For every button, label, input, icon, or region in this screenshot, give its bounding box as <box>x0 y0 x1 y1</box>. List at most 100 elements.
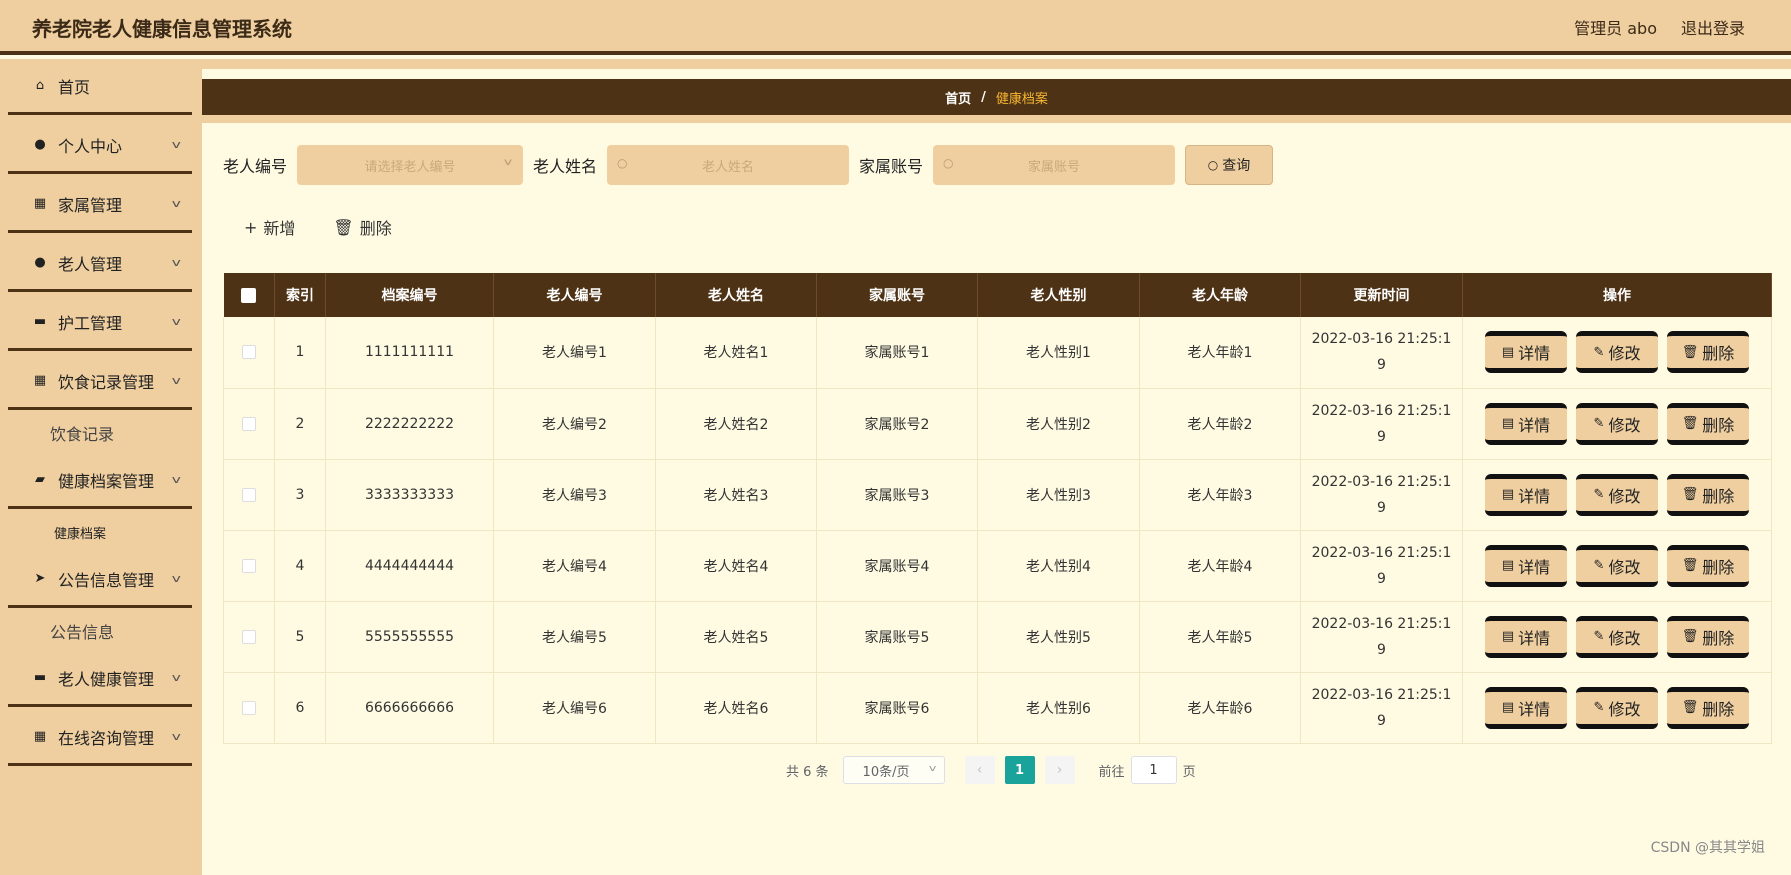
edit-button[interactable]: ✎ 修改 <box>1576 331 1658 374</box>
cell-update-time: 2022-03-16 21:25:19 <box>1300 459 1463 531</box>
detail-button[interactable]: ▤ 详情 <box>1485 331 1567 374</box>
detail-button[interactable]: ▤ 详情 <box>1485 544 1567 587</box>
delete-button[interactable]: 🗑 删除 <box>1667 331 1749 374</box>
logout-button[interactable]: 退出登录 <box>1681 15 1745 39</box>
sidebar-item-1[interactable]: ● 个人中心 v <box>8 118 192 174</box>
edit-button[interactable]: ✎ 修改 <box>1576 473 1658 516</box>
batch-delete-button[interactable]: 🗑 删除 <box>333 215 391 239</box>
row-checkbox[interactable] <box>242 345 256 360</box>
chevron-down-icon: v <box>172 374 182 387</box>
cell-record-no: 5555555555 <box>325 601 494 673</box>
delete-button[interactable]: 🗑 删除 <box>1667 473 1749 516</box>
sidebar-item-label: 公告信息管理 <box>58 570 155 590</box>
chevron-down-icon: v <box>172 730 182 743</box>
edit-button[interactable]: ✎ 修改 <box>1576 544 1658 587</box>
delete-button[interactable]: 🗑 删除 <box>1667 686 1749 729</box>
row-actions-cell: ▤ 详情 ✎ 修改 🗑 删除 <box>1462 459 1772 531</box>
sidebar-subitem[interactable]: 饮食记录 <box>8 411 192 455</box>
cell-gender: 老人性别4 <box>977 530 1140 602</box>
cell-family-account: 家属账号1 <box>816 317 978 389</box>
row-checkbox[interactable] <box>242 487 256 502</box>
elder-no-select[interactable]: 请选择老人编号 v <box>297 145 524 185</box>
trash-icon: 🗑 <box>1681 700 1699 715</box>
sidebar-item-7[interactable]: ➤ 公告信息管理 v <box>8 552 192 608</box>
search-icon: ○ <box>1207 158 1219 172</box>
table-row[interactable]: 4 4444444444 老人编号4 老人姓名4 家属账号4 老人性别4 老人年龄4 2022… <box>223 530 1772 602</box>
cell-update-time: 2022-03-16 21:25:19 <box>1300 530 1463 602</box>
document-icon: ▤ <box>1501 344 1515 360</box>
cell-elder-name: 老人姓名1 <box>655 317 817 389</box>
table-header-row: 索引 档案编号 老人编号 老人姓名 家属账号 老人性别 老人年龄 更新时间 操作 <box>223 273 1772 317</box>
sidebar-item-8[interactable]: ▬ 老人健康管理 v <box>8 651 192 707</box>
edit-button[interactable]: ✎ 修改 <box>1576 615 1658 658</box>
family-account-label: 家属账号 <box>859 157 924 176</box>
table-row[interactable]: 3 3333333333 老人编号3 老人姓名3 家属账号3 老人性别3 老人年龄3 2022… <box>223 459 1772 531</box>
breadcrumb-home[interactable]: 首页 <box>945 88 971 107</box>
cell-index: 1 <box>274 317 326 389</box>
delete-button[interactable]: 🗑 删除 <box>1667 402 1749 445</box>
sidebar-item-3[interactable]: ● 老人管理 v <box>8 236 192 292</box>
document-icon: ▤ <box>1501 629 1515 644</box>
home-icon: ⌂ <box>35 78 45 93</box>
select-all-checkbox[interactable] <box>241 287 257 303</box>
document-icon: ▤ <box>1501 487 1515 502</box>
sidebar-item-6[interactable]: ▰ 健康档案管理 v <box>8 453 192 509</box>
sidebar-subitem[interactable]: 公告信息 <box>8 609 192 653</box>
edit-button-label: 修改 <box>1608 557 1641 577</box>
trash-icon: 🗑 <box>1681 487 1699 502</box>
edit-button[interactable]: ✎ 修改 <box>1576 402 1658 445</box>
edit-button[interactable]: ✎ 修改 <box>1576 686 1658 729</box>
sidebar-item-9[interactable]: ▦ 在线咨询管理 v <box>8 710 192 766</box>
page-jump-input[interactable]: 1 <box>1130 756 1177 784</box>
detail-button-label: 详情 <box>1518 415 1551 435</box>
goto-label: 前往 <box>1098 764 1125 780</box>
row-checkbox[interactable] <box>242 558 256 573</box>
prev-page-button[interactable]: ‹ <box>964 756 995 784</box>
strip-divider <box>202 115 1791 123</box>
sidebar-item-5[interactable]: ▦ 饮食记录管理 v <box>8 354 192 410</box>
row-checkbox[interactable] <box>242 700 256 715</box>
chevron-down-icon: v <box>172 572 182 585</box>
watermark: CSDN @其其学姐 <box>1650 840 1765 856</box>
detail-button[interactable]: ▤ 详情 <box>1485 402 1567 445</box>
cell-index: 5 <box>274 601 326 673</box>
row-checkbox[interactable] <box>242 416 256 431</box>
sidebar-subitem[interactable]: 健康档案 <box>8 510 192 554</box>
sidebar-item-0[interactable]: ⌂ 首页 <box>8 59 192 115</box>
page-size-select[interactable]: 10条/页 v <box>842 756 945 784</box>
delete-button-label: 删除 <box>1702 344 1735 364</box>
next-page-button[interactable]: › <box>1044 756 1075 784</box>
elder-name-input[interactable]: ○ 老人姓名 <box>607 145 850 185</box>
pencil-icon: ✎ <box>1593 629 1605 644</box>
select-all-cell <box>223 273 275 317</box>
document-icon: ▤ <box>1501 416 1515 431</box>
add-button[interactable]: + 新增 <box>244 215 295 239</box>
cell-elder-name: 老人姓名4 <box>655 530 817 602</box>
row-select-cell <box>223 317 275 389</box>
delete-button-label: 删除 <box>1702 415 1735 435</box>
table-row[interactable]: 6 6666666666 老人编号6 老人姓名6 家属账号6 老人性别6 老人年龄6 2022… <box>223 672 1772 744</box>
delete-button[interactable]: 🗑 删除 <box>1667 615 1749 658</box>
detail-button[interactable]: ▤ 详情 <box>1485 615 1567 658</box>
table-row[interactable]: 5 5555555555 老人编号5 老人姓名5 家属账号5 老人性别5 老人年龄5 2022… <box>223 601 1772 673</box>
sidebar-item-4[interactable]: ▬ 护工管理 v <box>8 295 192 351</box>
update-time-text: 2022-03-16 21:25:19 <box>1311 402 1452 445</box>
detail-button[interactable]: ▤ 详情 <box>1485 686 1567 729</box>
search-button[interactable]: ○ 查询 <box>1185 145 1274 185</box>
sidebar-item-2[interactable]: ▦ 家属管理 v <box>8 177 192 233</box>
col-header-actions: 操作 <box>1462 273 1772 317</box>
row-checkbox[interactable] <box>242 629 256 644</box>
detail-button[interactable]: ▤ 详情 <box>1485 473 1567 516</box>
cell-gender: 老人性别5 <box>977 601 1140 673</box>
delete-button[interactable]: 🗑 删除 <box>1667 544 1749 587</box>
delete-button-label: 删除 <box>1702 628 1735 648</box>
cell-elder-name: 老人姓名6 <box>655 672 817 744</box>
cell-family-account: 家属账号6 <box>816 672 978 744</box>
table-row[interactable]: 2 2222222222 老人编号2 老人姓名2 家属账号2 老人性别2 老人年龄2 2022… <box>223 388 1772 460</box>
table-row[interactable]: 1 1111111111 老人编号1 老人姓名1 家属账号1 老人性别1 老人年龄1 2022… <box>223 317 1772 389</box>
family-account-input[interactable]: ○ 家属账号 <box>933 145 1176 185</box>
cell-index: 6 <box>274 672 326 744</box>
search-icon: ○ <box>617 156 628 170</box>
page-number-current[interactable]: 1 <box>1004 756 1035 784</box>
cell-age: 老人年龄2 <box>1139 388 1301 460</box>
